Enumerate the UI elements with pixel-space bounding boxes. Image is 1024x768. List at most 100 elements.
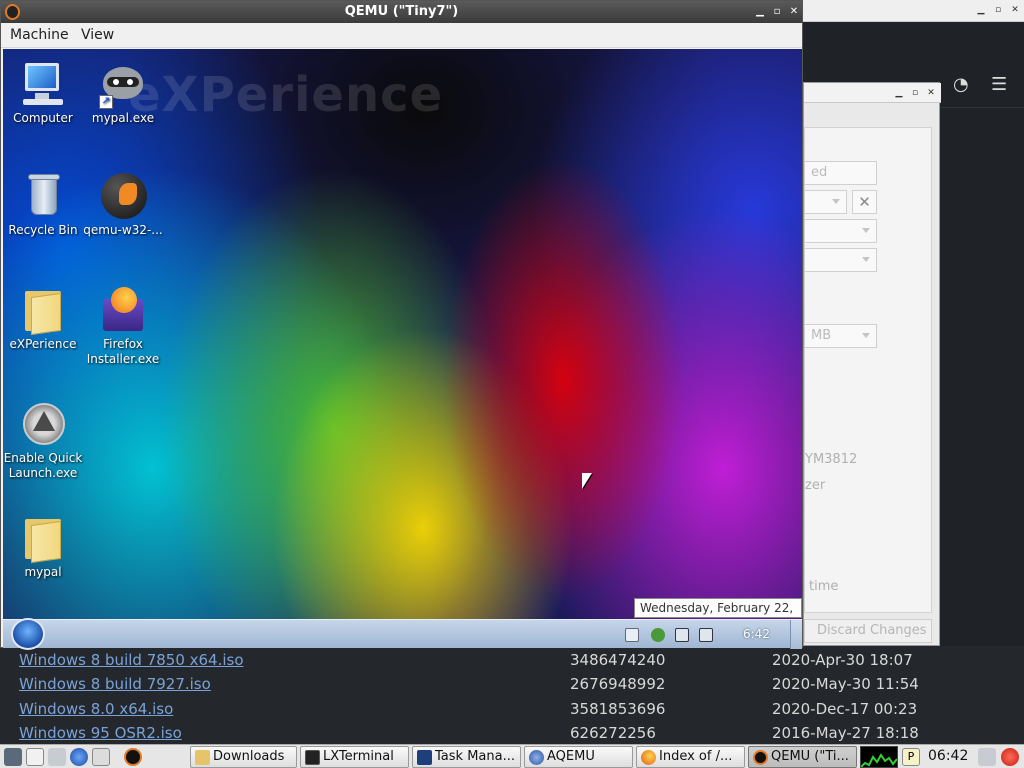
sync-icon[interactable]: ◔ — [953, 74, 969, 95]
folder-icon — [19, 513, 67, 564]
desktop-icon-label: mypal — [24, 565, 62, 579]
list-item: Windows 8.0 x64.iso 3581853696 2020-Dec-… — [0, 697, 1024, 721]
task-label: Index of /... — [659, 749, 733, 764]
power-icon[interactable] — [1001, 748, 1019, 766]
desktop-icon-enable-quick-launch[interactable]: Enable Quick Launch.exe — [3, 399, 85, 481]
aqemu-settings-panel: ed ✕ MB YM3812 zer time — [804, 127, 932, 613]
file-link[interactable]: Windows 8 build 7850 x64.iso — [19, 648, 244, 672]
aqemu-dialog-titlebar: ▁ ▫ ✕ — [804, 83, 941, 103]
qemu-icon — [753, 750, 768, 765]
aqemu-memory-field[interactable]: MB — [804, 324, 877, 348]
file-link[interactable]: Windows 95 OSR2.iso — [19, 721, 182, 745]
desktop-icon-label: eXPerience — [9, 337, 77, 351]
file-date: 2020-May-30 11:54 — [772, 675, 919, 693]
task-label: LXTerminal — [323, 749, 394, 764]
guest-clock[interactable]: 6:42 — [743, 627, 770, 641]
show-desktop-button[interactable] — [790, 620, 802, 649]
task-lxterminal[interactable]: LXTerminal — [300, 746, 409, 768]
task-label: QEMU ("Ti... — [771, 749, 849, 764]
desktop-icon-recycle-bin[interactable]: Recycle Bin — [3, 171, 85, 238]
aqemu-sound-label: YM3812 — [805, 452, 858, 467]
desktop-icon-qemu-w32[interactable]: qemu-w32-... — [81, 171, 165, 238]
aqemu-misc-label: zer — [805, 478, 826, 493]
clear-icon[interactable]: ✕ — [852, 190, 877, 214]
close-icon[interactable]: ✕ — [924, 86, 938, 100]
task-firefox-index[interactable]: Index of /... — [636, 746, 745, 768]
task-qemu[interactable]: QEMU ("Ti... — [748, 746, 857, 768]
maximize-icon[interactable]: ▫ — [770, 5, 784, 19]
action-center-icon[interactable] — [625, 628, 639, 642]
minimize-icon[interactable]: ▁ — [753, 5, 767, 19]
cpu-monitor — [860, 746, 898, 768]
task-task-manager[interactable]: Task Mana... — [412, 746, 521, 768]
task-downloads[interactable]: Downloads — [190, 746, 297, 768]
host-clock[interactable]: 06:42 — [928, 748, 968, 764]
screen-lock-icon[interactable] — [978, 748, 996, 766]
file-manager-icon[interactable] — [48, 748, 66, 766]
aqemu-name-field[interactable]: ed — [804, 161, 877, 185]
menu-view[interactable]: View — [81, 27, 114, 43]
desktop-icon[interactable] — [26, 748, 44, 766]
desktop-icon-mypal-folder[interactable]: mypal — [3, 513, 85, 580]
folder-icon — [195, 750, 210, 765]
close-icon[interactable]: ✕ — [787, 5, 801, 19]
aqemu-combo-3[interactable] — [804, 248, 877, 272]
desktop-icon-label: Firefox Installer.exe — [86, 337, 160, 366]
volume-muted-icon[interactable] — [699, 628, 713, 642]
discard-changes-button[interactable]: Discard Changes — [804, 619, 932, 643]
task-label: Downloads — [213, 749, 285, 764]
clipboard-icon[interactable]: P — [902, 748, 920, 766]
cpu-graph-icon — [861, 753, 897, 767]
menu-icon[interactable]: ☰ — [991, 74, 1007, 95]
file-date: 2020-Apr-30 18:07 — [772, 651, 913, 669]
network-icon[interactable] — [675, 628, 689, 642]
start-button[interactable] — [11, 618, 45, 650]
host-panel: Downloads LXTerminal Task Mana... AQEMU … — [0, 744, 1024, 768]
window-title: QEMU ("Tiny7") — [344, 4, 459, 19]
directory-listing: Windows 8 build 7850 x64.iso 3486474240 … — [0, 648, 1024, 744]
qemu-icon — [99, 171, 147, 221]
close-icon[interactable]: ✕ — [1008, 3, 1022, 17]
qemu-launcher-icon[interactable] — [124, 748, 142, 766]
desktop-icon-experience[interactable]: eXPerience — [3, 285, 85, 352]
qemu-logo-icon — [5, 4, 20, 20]
desktop-icon-firefox-installer[interactable]: Firefox Installer.exe — [81, 285, 165, 367]
lxde-menu-icon[interactable] — [4, 748, 22, 766]
host-browser-background — [940, 108, 1024, 646]
aqemu-combo-2[interactable] — [804, 219, 877, 243]
aqemu-combo-1[interactable] — [804, 190, 847, 214]
window-switcher-icon[interactable] — [92, 748, 110, 766]
aqemu-icon — [529, 750, 544, 765]
shortcut-arrow-icon: ↗ — [99, 95, 113, 109]
list-item: Windows 8 build 7850 x64.iso 3486474240 … — [0, 648, 1024, 672]
qemu-menubar: Machine View — [1, 23, 802, 48]
maximize-icon[interactable]: ▫ — [991, 3, 1005, 17]
folder-icon — [19, 285, 67, 336]
desktop-icon-mypal-exe[interactable]: ↗ mypal.exe — [81, 59, 165, 126]
file-link[interactable]: Windows 8.0 x64.iso — [19, 697, 173, 721]
maximize-icon[interactable]: ▫ — [908, 86, 922, 100]
qemu-window: QEMU ("Tiny7") ▁ ▫ ✕ Machine View eXPeri… — [0, 0, 803, 650]
terminal-icon — [305, 750, 320, 765]
desktop-icon-label: Enable Quick Launch.exe — [3, 451, 83, 480]
computer-icon — [19, 59, 67, 109]
file-link[interactable]: Windows 8 build 7927.iso — [19, 672, 211, 696]
menu-machine[interactable]: Machine — [10, 27, 69, 43]
aqemu-dialog: ▁ ▫ ✕ ed ✕ MB YM3812 zer time Discard Ch… — [803, 82, 941, 646]
date-tooltip: Wednesday, February 22, 2023 — [634, 598, 802, 618]
desktop-icon-label: Computer — [13, 111, 73, 125]
quick-launch-icon — [19, 399, 67, 449]
minimize-icon[interactable]: ▁ — [974, 3, 988, 17]
desktop-icon-label: mypal.exe — [91, 111, 155, 125]
guest-desktop[interactable]: eXPerience Computer ↗ mypal.exe Recycle … — [3, 49, 802, 619]
file-date: 2016-May-27 18:18 — [772, 724, 919, 742]
aqemu-time-label: time — [809, 579, 839, 594]
mouse-cursor-icon — [582, 473, 592, 489]
desktop-icon-computer[interactable]: Computer — [3, 59, 85, 126]
security-shield-icon[interactable] — [651, 628, 665, 642]
task-aqemu[interactable]: AQEMU — [524, 746, 633, 768]
qemu-titlebar[interactable]: QEMU ("Tiny7") ▁ ▫ ✕ — [1, 1, 802, 23]
browser-icon[interactable] — [70, 748, 88, 766]
minimize-icon[interactable]: ▁ — [892, 86, 906, 100]
recycle-bin-icon — [19, 171, 67, 221]
